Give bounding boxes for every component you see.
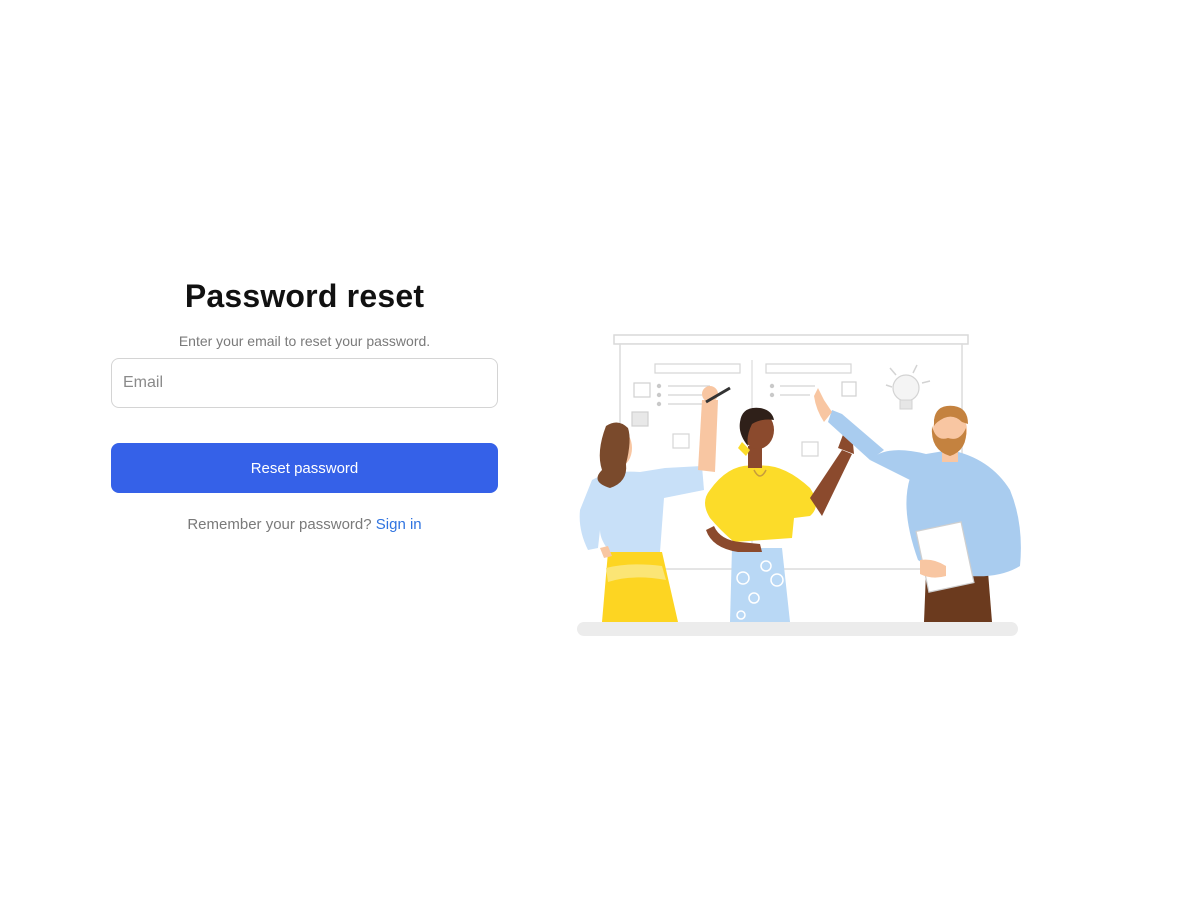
team-whiteboard-illustration — [577, 334, 1021, 636]
reset-password-button[interactable]: Reset password — [111, 443, 498, 493]
password-reset-form: Password reset Enter your email to reset… — [111, 276, 498, 535]
remember-password-text: Remember your password? — [187, 516, 372, 533]
page-subtitle: Enter your email to reset your password. — [178, 333, 431, 349]
email-field[interactable] — [111, 358, 498, 408]
page-title: Password reset — [184, 278, 425, 314]
remember-password-line: Remember your password? Sign in — [111, 515, 498, 535]
password-reset-page: Password reset Enter your email to reset… — [0, 0, 1186, 914]
sign-in-link[interactable]: Sign in — [376, 516, 422, 533]
